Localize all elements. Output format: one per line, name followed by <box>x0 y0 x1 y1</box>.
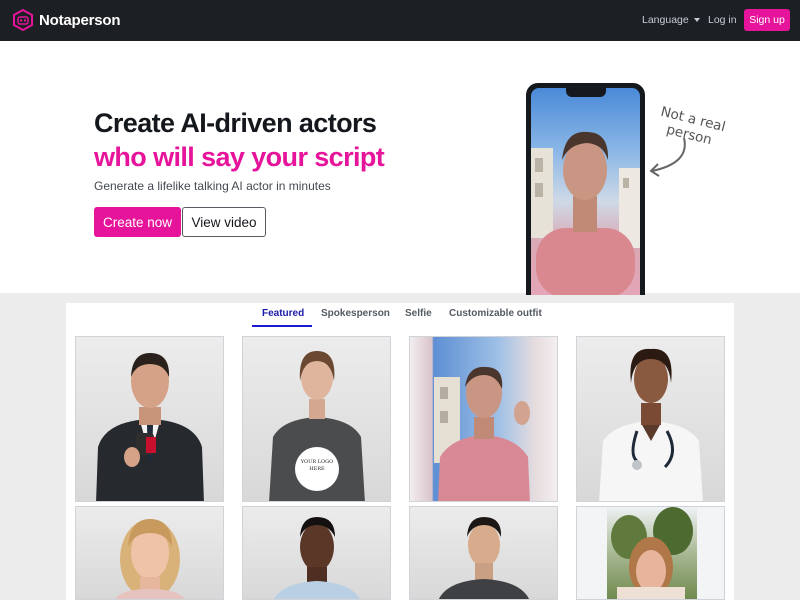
language-dropdown[interactable]: Language <box>642 14 700 26</box>
navbar: Notaperson Language Log in Sign up <box>0 0 800 41</box>
hero-section: Create AI-driven actors who will say you… <box>0 41 800 295</box>
hero-title-line1: Create AI-driven actors <box>94 108 377 138</box>
actor-image <box>274 517 360 599</box>
actor-card-man-in-tshirt[interactable] <box>409 506 558 600</box>
actor-card-young-girl[interactable] <box>75 506 224 600</box>
signup-button[interactable]: Sign up <box>744 9 790 31</box>
hero-title-line2: who will say your script <box>94 142 385 172</box>
actor-image <box>599 348 703 501</box>
brand-name: Notaperson <box>39 11 121 29</box>
hero-subtitle: Generate a lifelike talking AI actor in … <box>94 179 331 193</box>
tab-customizable-outfit[interactable]: Customizable outfit <box>449 308 542 319</box>
caret-down-icon <box>693 18 700 22</box>
view-video-button[interactable]: View video <box>182 207 266 237</box>
actor-card-doctor-woman[interactable] <box>576 336 725 502</box>
tab-selfie[interactable]: Selfie <box>405 308 432 319</box>
logo-placeholder-text: YOUR LOGO HERE <box>300 459 334 472</box>
brand-logo-icon <box>13 9 33 31</box>
selfie-actor-image <box>531 131 640 295</box>
actor-gallery: Featured Spokesperson Selfie Customizabl… <box>66 303 734 600</box>
actor-card-woman-in-tshirt[interactable]: YOUR LOGO HERE <box>242 336 391 502</box>
tab-spokesperson[interactable]: Spokesperson <box>321 308 390 319</box>
actor-card-man-in-shirt[interactable] <box>242 506 391 600</box>
actor-card-woman-outdoors[interactable] <box>576 506 725 600</box>
actor-image <box>434 366 530 501</box>
create-now-button[interactable]: Create now <box>94 207 181 237</box>
actor-card-man-with-microphone[interactable] <box>75 336 224 502</box>
phone-notch <box>566 88 606 97</box>
gallery-tabs: Featured Spokesperson Selfie Customizabl… <box>66 303 734 329</box>
phone-video-screen[interactable] <box>531 88 640 295</box>
brand[interactable]: Notaperson <box>12 9 121 31</box>
actor-image <box>269 351 365 501</box>
phone-mockup <box>526 83 645 295</box>
tab-featured[interactable]: Featured <box>262 308 304 319</box>
language-label: Language <box>642 14 689 26</box>
active-tab-indicator <box>252 325 312 327</box>
actor-card-man-selfie[interactable] <box>409 336 558 502</box>
actor-image <box>96 353 204 501</box>
curved-arrow-icon <box>649 137 686 177</box>
actor-image <box>439 517 529 599</box>
login-link[interactable]: Log in <box>708 14 737 26</box>
actor-image <box>115 519 185 599</box>
actor-image <box>577 507 724 599</box>
